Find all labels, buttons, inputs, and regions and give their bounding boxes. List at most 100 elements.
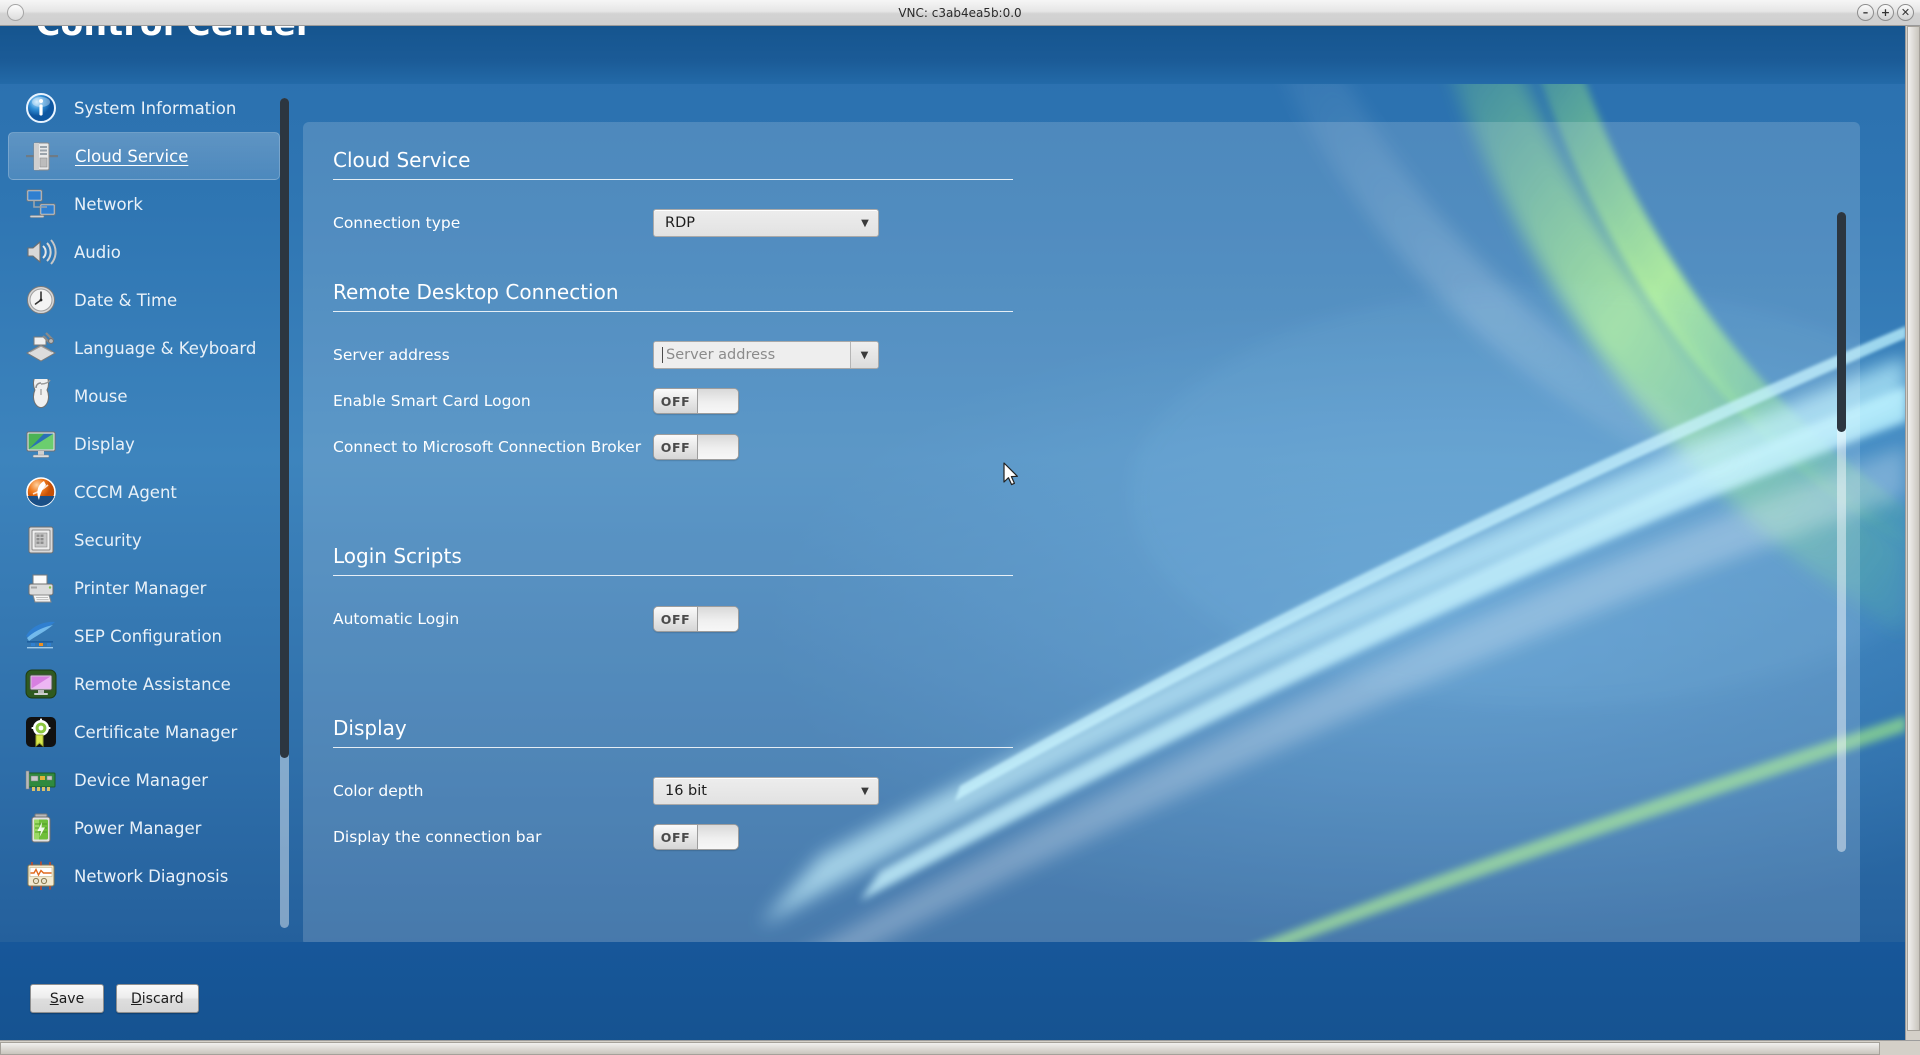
sidebar-item-label: Network: [74, 194, 143, 214]
sidebar-item-label: Certificate Manager: [74, 722, 238, 742]
sidebar-item-label: Printer Manager: [74, 578, 207, 598]
clock-icon: [24, 283, 58, 317]
server-address-input[interactable]: Server address: [654, 342, 851, 368]
sidebar-item-network[interactable]: Network: [8, 180, 280, 228]
form-row: Enable Smart Card Logon OFF: [333, 378, 1860, 424]
sidebar-item-device-manager[interactable]: Device Manager: [8, 756, 280, 804]
form-row: Connect to Microsoft Connection Broker OF…: [333, 424, 1860, 470]
field-label: Color depth: [333, 782, 424, 800]
printer-icon: [24, 571, 58, 605]
remote-assistance-icon: [24, 667, 58, 701]
connection-type-dropdown[interactable]: RDP ▼: [653, 209, 879, 237]
automatic-login-toggle[interactable]: OFF: [653, 606, 739, 632]
sidebar-item-label: Device Manager: [74, 770, 208, 790]
server-address-combobox[interactable]: Server address ▼: [653, 341, 879, 369]
sidebar-item-audio[interactable]: Audio: [8, 228, 280, 276]
section-heading: Remote Desktop Connection: [333, 280, 1013, 312]
sidebar-scrollbar[interactable]: [280, 98, 289, 928]
sidebar-item-system-information[interactable]: System Information: [8, 84, 280, 132]
sidebar-item-certificate-manager[interactable]: Certificate Manager: [8, 708, 280, 756]
vnc-vertical-scrollbar[interactable]: [1905, 26, 1920, 1055]
sidebar-scrollbar-thumb[interactable]: [280, 98, 289, 758]
battery-icon: [24, 811, 58, 845]
maximize-icon[interactable]: +: [1877, 4, 1894, 21]
discard-mnemonic: D: [131, 990, 142, 1007]
sidebar-item-label: Language & Keyboard: [74, 338, 257, 358]
settings-content: Cloud Service Connection type RDP ▼ Remote D…: [303, 122, 1860, 946]
field-label: Connection type: [333, 214, 461, 232]
field-label: Enable Smart Card Logon: [333, 392, 531, 410]
certificate-icon: [24, 715, 58, 749]
field-label: Connect to Microsoft Connection Broker: [333, 438, 642, 456]
form-row: Server address Server address ▼: [333, 332, 1860, 378]
sidebar-item-label: Network Diagnosis: [74, 866, 229, 886]
minimize-icon[interactable]: –: [1857, 4, 1874, 21]
discard-rest: iscard: [141, 990, 184, 1007]
chevron-down-icon[interactable]: ▼: [851, 342, 878, 368]
safe-icon: [24, 523, 58, 557]
sidebar-item-cccm-agent[interactable]: CCCM Agent: [8, 468, 280, 516]
chevron-down-icon[interactable]: ▼: [852, 210, 878, 236]
sidebar-item-label: Security: [74, 530, 142, 550]
sidebar-item-label: Cloud Service: [75, 146, 189, 166]
form-row: Display the connection bar OFF: [333, 814, 1860, 860]
mouse-icon: [24, 379, 58, 413]
sidebar-item-security[interactable]: Security: [8, 516, 280, 564]
sidebar-item-network-diagnosis[interactable]: Network Diagnosis: [8, 852, 280, 900]
sidebar-item-label: CCCM Agent: [74, 482, 177, 502]
panel-scrollbar[interactable]: [1837, 212, 1846, 852]
panel-scrollbar-thumb[interactable]: [1837, 212, 1846, 432]
enable-smart-card-logon-toggle[interactable]: OFF: [653, 388, 739, 414]
vnc-titlebar: VNC: c3ab4ea5b:0.0 – + ✕: [0, 0, 1920, 26]
text-caret: [662, 347, 663, 363]
chevron-down-icon[interactable]: ▼: [852, 778, 878, 804]
toggle-track: [698, 389, 738, 413]
settings-panel: Cloud Service Connection type RDP ▼ Remote D…: [303, 122, 1860, 946]
toggle-track: [698, 607, 738, 631]
form-row: Connection type RDP ▼: [333, 200, 1860, 246]
form-row: Color depth 16 bit ▼: [333, 768, 1860, 814]
form-row: Automatic Login OFF: [333, 596, 1860, 642]
color-depth-value: 16 bit: [665, 783, 707, 799]
sidebar-item-label: Display: [74, 434, 135, 454]
network-diagnosis-icon: [24, 859, 58, 893]
close-icon[interactable]: ✕: [1897, 4, 1914, 21]
sidebar-item-label: Remote Assistance: [74, 674, 231, 694]
enable-smart-card-logon-toggle-state: OFF: [654, 389, 698, 413]
section-heading: Login Scripts: [333, 544, 1013, 576]
sidebar-item-label: Mouse: [74, 386, 128, 406]
display-the-connection-bar-toggle-state: OFF: [654, 825, 698, 849]
section-heading: Cloud Service: [333, 148, 1013, 180]
sidebar-item-remote-assistance[interactable]: Remote Assistance: [8, 660, 280, 708]
device-card-icon: [24, 763, 58, 797]
sidebar-item-power-manager[interactable]: Power Manager: [8, 804, 280, 852]
section-heading: Display: [333, 716, 1013, 748]
vnc-vertical-scrollbar-thumb[interactable]: [1907, 26, 1920, 1031]
sidebar-item-mouse[interactable]: Mouse: [8, 372, 280, 420]
field-label: Automatic Login: [333, 610, 460, 628]
display-the-connection-bar-toggle[interactable]: OFF: [653, 824, 739, 850]
vnc-title-text: VNC: c3ab4ea5b:0.0: [898, 5, 1022, 20]
sidebar-item-label: SEP Configuration: [74, 626, 222, 646]
server-address-placeholder: Server address: [666, 347, 776, 363]
sidebar-item-cloud-service[interactable]: Cloud Service: [8, 132, 280, 180]
vnc-horizontal-scrollbar[interactable]: [0, 1040, 1920, 1055]
monitor-icon: [24, 427, 58, 461]
sidebar-item-printer-manager[interactable]: Printer Manager: [8, 564, 280, 612]
sidebar-item-sep-configuration[interactable]: SEP Configuration: [8, 612, 280, 660]
sidebar-item-language-keyboard[interactable]: Language & Keyboard: [8, 324, 280, 372]
save-button[interactable]: Save: [30, 984, 104, 1013]
action-bar: Save Discard: [0, 942, 1906, 1055]
color-depth-dropdown[interactable]: 16 bit ▼: [653, 777, 879, 805]
page-title: Control Center: [36, 26, 313, 43]
connection-type-value: RDP: [665, 215, 695, 231]
sidebar-item-date-time[interactable]: Date & Time: [8, 276, 280, 324]
sidebar-item-label: System Information: [74, 98, 237, 118]
sidebar-item-display[interactable]: Display: [8, 420, 280, 468]
discard-button[interactable]: Discard: [116, 984, 199, 1013]
connect-to-microsoft-connection-broker-toggle[interactable]: OFF: [653, 434, 739, 460]
field-label: Server address: [333, 346, 450, 364]
save-button-label: Save: [50, 991, 84, 1007]
control-center-window: Control Center System Information Cloud …: [0, 26, 1906, 1055]
vnc-horizontal-scrollbar-thumb[interactable]: [0, 1042, 1880, 1055]
